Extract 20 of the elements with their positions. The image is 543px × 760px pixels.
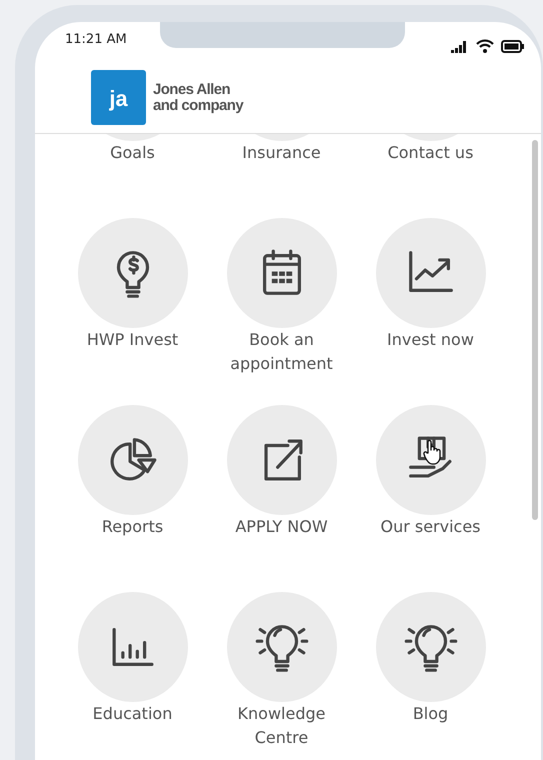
company-name: and company bbox=[153, 98, 244, 114]
wifi-icon bbox=[476, 39, 494, 53]
tile-label: APPLY NOW bbox=[234, 516, 329, 538]
tile-label: Book an appointment bbox=[229, 329, 334, 375]
tile-label: Blog bbox=[412, 703, 450, 725]
battery-icon bbox=[501, 40, 525, 52]
tile-label: Knowledge Centre bbox=[236, 703, 326, 749]
tile-label: Invest now bbox=[386, 329, 475, 351]
status-time: 11:21 AM bbox=[65, 32, 127, 46]
tile-label: HWP Invest bbox=[86, 329, 180, 351]
tile-label: Contact us bbox=[386, 142, 474, 164]
company-logo[interactable]: ja bbox=[91, 70, 146, 125]
tile-label: Our services bbox=[379, 516, 482, 538]
tile-label: Education bbox=[92, 703, 174, 725]
tile-label: Goals bbox=[109, 142, 156, 164]
tile-label: Reports bbox=[100, 516, 164, 538]
signal-icon bbox=[451, 40, 469, 52]
tile-label: Insurance bbox=[241, 142, 322, 164]
scrollbar-thumb[interactable] bbox=[532, 140, 538, 520]
company-name: Jones Allen bbox=[153, 82, 232, 98]
